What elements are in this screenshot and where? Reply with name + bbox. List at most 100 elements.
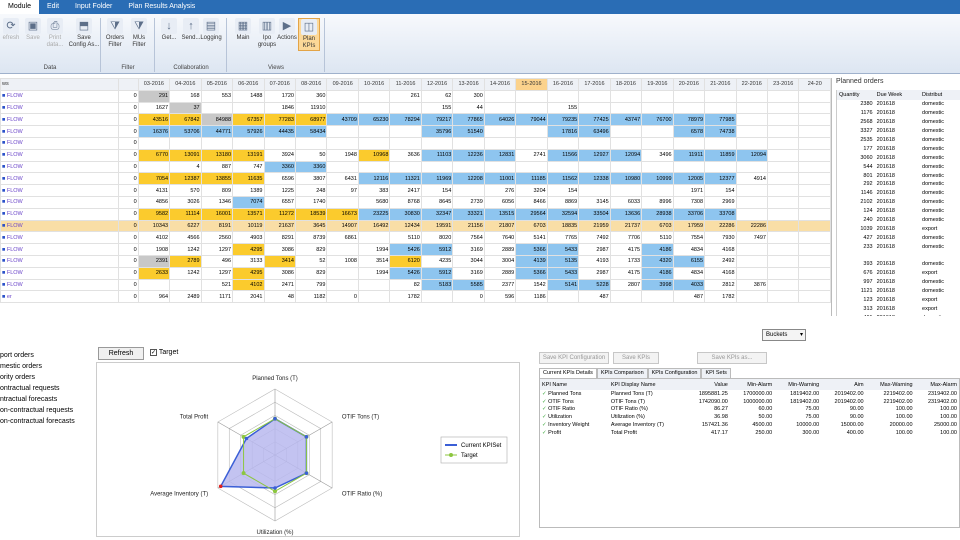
grid-cell[interactable]: 6703 bbox=[641, 219, 674, 233]
grid-row-name[interactable]: ■ FLOW bbox=[0, 207, 119, 221]
grid-month-header[interactable]: 09-2016 bbox=[326, 78, 359, 91]
grid-month-header[interactable]: 23-2016 bbox=[766, 78, 800, 91]
grid-cell[interactable] bbox=[326, 89, 359, 103]
grid-cell[interactable] bbox=[766, 125, 800, 138]
grid-cell[interactable] bbox=[389, 125, 422, 138]
grid-cell[interactable]: 8191 bbox=[200, 219, 234, 233]
grid-row[interactable]: ■ FLOW 0 bbox=[0, 136, 831, 150]
grid-cell[interactable]: 4 bbox=[169, 160, 202, 174]
grid-cell[interactable] bbox=[483, 136, 517, 150]
grid-cell[interactable]: 4102 bbox=[137, 231, 171, 245]
grid-cell[interactable]: 3086 bbox=[263, 266, 296, 280]
grid-cell[interactable]: 1948 bbox=[326, 148, 359, 162]
grid-cell[interactable]: 1346 bbox=[200, 195, 234, 209]
grid-cell[interactable] bbox=[389, 160, 422, 174]
grid-cell[interactable]: 8466 bbox=[515, 195, 548, 209]
grid-cell[interactable]: 21156 bbox=[452, 219, 485, 233]
grid-cell[interactable]: 5433 bbox=[546, 243, 580, 256]
grid-cell[interactable] bbox=[704, 101, 737, 115]
grid-cell[interactable]: 4033 bbox=[672, 278, 706, 292]
planned-order-row[interactable]: 123 201618 export bbox=[837, 296, 960, 305]
flow-link[interactable]: FLOW bbox=[7, 235, 23, 241]
grid-cell[interactable]: 32347 bbox=[420, 207, 454, 221]
planned-order-row[interactable]: 3327 201618 domestic bbox=[837, 127, 960, 136]
grid-row-name[interactable]: ■ FLOW bbox=[0, 278, 119, 292]
grid-cell[interactable]: 53706 bbox=[169, 125, 202, 138]
grid-cell[interactable]: 11321 bbox=[389, 172, 422, 186]
grid-row-name[interactable]: ■ FLOW bbox=[0, 89, 119, 103]
planned-order-row[interactable]: 801 201618 domestic bbox=[837, 171, 960, 180]
grid-cell[interactable]: 33321 bbox=[452, 207, 485, 221]
grid-cell[interactable] bbox=[798, 219, 831, 233]
grid-cell[interactable] bbox=[232, 136, 265, 150]
grid-cell[interactable] bbox=[546, 160, 580, 174]
grid-cell[interactable]: 809 bbox=[200, 184, 234, 197]
grid-cell[interactable]: 8996 bbox=[641, 195, 674, 209]
grid-cell[interactable]: 79235 bbox=[546, 113, 580, 127]
grid-cell[interactable]: 1171 bbox=[200, 290, 234, 304]
grid-cell[interactable] bbox=[483, 125, 517, 138]
grid-cell[interactable] bbox=[798, 101, 831, 115]
get-button[interactable]: ↓ Get... bbox=[158, 18, 180, 42]
grid-cell[interactable] bbox=[546, 136, 580, 150]
grid-cell[interactable]: 12434 bbox=[389, 219, 422, 233]
grid-cell[interactable] bbox=[798, 113, 831, 127]
grid-cell[interactable]: 44 bbox=[452, 101, 485, 115]
planned-orders-col-header[interactable]: Quantity bbox=[837, 90, 875, 100]
flow-link[interactable]: FLOW bbox=[7, 223, 23, 229]
flow-link[interactable]: FLOW bbox=[7, 188, 23, 194]
grid-cell[interactable]: 5183 bbox=[420, 278, 454, 292]
grid-row[interactable]: ■ FLOW 0 43516 67842 84988 67357 77283 68977 437… bbox=[0, 113, 831, 127]
grid-cell[interactable]: 28938 bbox=[641, 207, 674, 221]
grid-cell[interactable] bbox=[515, 160, 548, 174]
grid-cell[interactable]: 4175 bbox=[609, 266, 643, 280]
grid-cell[interactable]: 5110 bbox=[641, 231, 674, 245]
kpi-col-header[interactable]: KPI Name bbox=[540, 379, 609, 390]
grid-cell[interactable]: 6770 bbox=[137, 148, 171, 162]
grid-cell[interactable] bbox=[735, 125, 769, 138]
grid-cell[interactable] bbox=[641, 160, 674, 174]
grid-cell[interactable]: 12116 bbox=[357, 172, 391, 186]
grid-cell[interactable]: 1008 bbox=[326, 254, 359, 268]
kpi-button-2[interactable]: Save KPIs as... bbox=[697, 352, 767, 364]
grid-cell[interactable]: 4295 bbox=[232, 266, 265, 280]
grid-cell[interactable]: 13515 bbox=[483, 207, 517, 221]
grid-cell[interactable]: 2492 bbox=[704, 254, 737, 268]
grid-cell[interactable] bbox=[357, 125, 391, 138]
kpi-button-1[interactable]: Save KPIs bbox=[613, 352, 659, 364]
grid-cell[interactable]: 13855 bbox=[200, 172, 234, 186]
grid-cell[interactable] bbox=[766, 136, 800, 150]
grid-row[interactable]: ■ FLOW 0 2391 2789 496 3133 3414 52 1008 3514 6120… bbox=[0, 254, 831, 268]
grid-cell[interactable] bbox=[798, 278, 831, 292]
grid-cell[interactable] bbox=[357, 89, 391, 103]
planned-order-row[interactable]: 292 201618 domestic bbox=[837, 180, 960, 189]
grid-cell[interactable]: 829 bbox=[294, 243, 328, 256]
grid-cell[interactable] bbox=[735, 160, 769, 174]
grid-cell[interactable]: 12377 bbox=[704, 172, 737, 186]
grid-row[interactable]: ■ FLOW 0 9582 11114 16001 13571 11272 18539 1667… bbox=[0, 207, 831, 221]
grid-cell[interactable] bbox=[420, 160, 454, 174]
grid-cell[interactable] bbox=[357, 231, 391, 245]
logging-button[interactable]: ▤ Logging bbox=[200, 18, 222, 42]
grid-cell[interactable] bbox=[515, 89, 548, 103]
grid-cell[interactable]: 155 bbox=[420, 101, 454, 115]
grid-cell[interactable] bbox=[357, 278, 391, 292]
grid-cell[interactable]: 154 bbox=[420, 184, 454, 197]
grid-cell[interactable] bbox=[200, 136, 234, 150]
grid-cell[interactable]: 2471 bbox=[263, 278, 296, 292]
grid-cell[interactable] bbox=[326, 125, 359, 138]
grid-cell[interactable]: 7706 bbox=[609, 231, 643, 245]
grid-month-header[interactable]: 14-2016 bbox=[483, 78, 517, 91]
grid-row-name[interactable]: ■ FLOW bbox=[0, 148, 119, 162]
grid-cell[interactable]: 74738 bbox=[704, 125, 737, 138]
grid-cell[interactable] bbox=[452, 160, 485, 174]
planned-order-row[interactable]: 2568 201618 domestic bbox=[837, 118, 960, 127]
grid-cell[interactable]: 12005 bbox=[672, 172, 706, 186]
grid-cell[interactable] bbox=[798, 266, 831, 280]
planned-order-row[interactable]: 427 201618 domestic bbox=[837, 233, 960, 242]
grid-cell[interactable]: 16492 bbox=[357, 219, 391, 233]
grid-cell[interactable]: 276 bbox=[483, 184, 517, 197]
grid-cell[interactable] bbox=[766, 195, 800, 209]
grid-cell[interactable]: 7054 bbox=[137, 172, 171, 186]
grid-row[interactable]: ■ FLOW 0 7054 12387 13855 11635 6596 3807 6431 12… bbox=[0, 172, 831, 186]
